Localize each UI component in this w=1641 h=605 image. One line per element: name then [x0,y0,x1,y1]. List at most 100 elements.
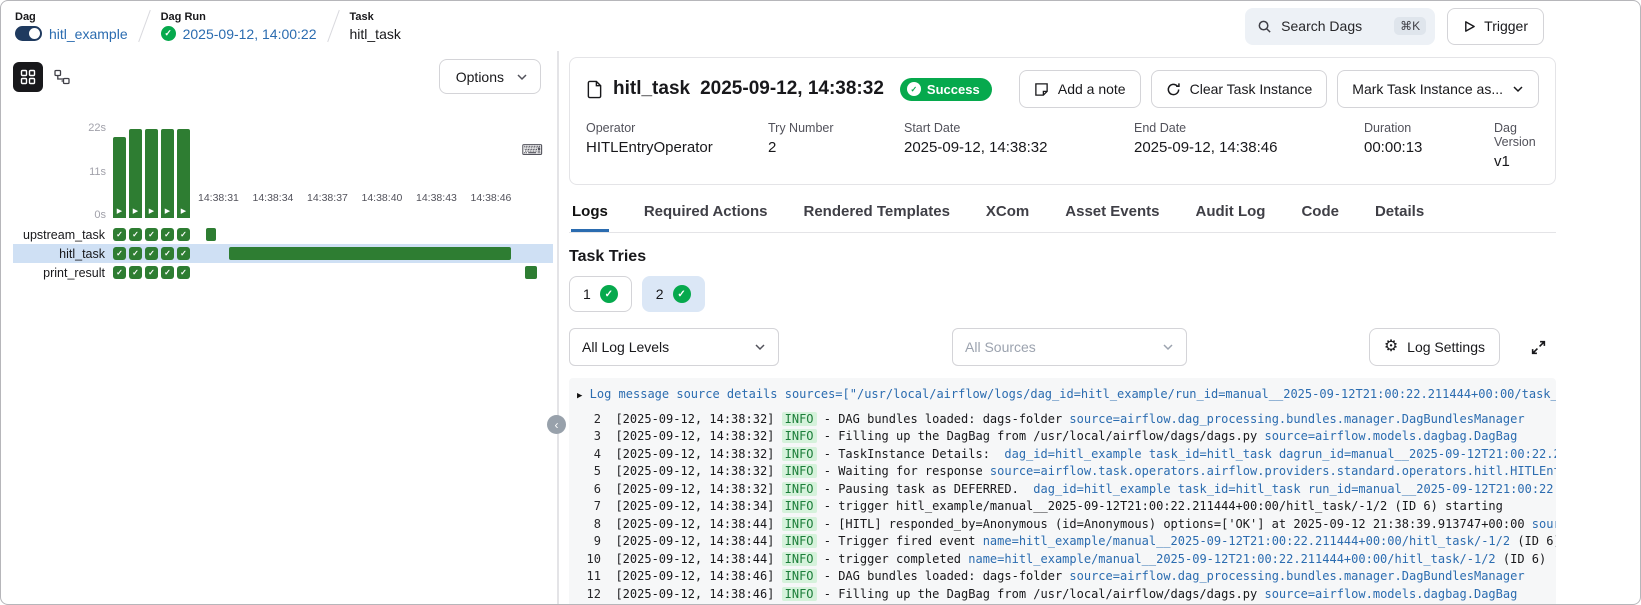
task-state-success-icon[interactable]: ✓ [129,266,142,279]
gantt-bar[interactable] [206,228,216,241]
log-text: - Waiting for response [817,464,990,478]
task-row-label[interactable]: upstream_task [13,228,109,242]
tab-asset-events[interactable]: Asset Events [1064,197,1160,232]
try-2-button[interactable]: 2✓ [642,276,705,312]
task-state-success-icon[interactable]: ✓ [161,266,174,279]
grid-row-print-result[interactable]: print_result✓✓✓✓✓ [13,263,553,282]
success-check-icon: ✓ [907,82,921,96]
search-dags-button[interactable]: Search Dags ⌘K [1245,8,1435,45]
add-note-button[interactable]: Add a note [1019,70,1141,108]
run-duration-bar[interactable]: ▶ [145,129,158,218]
task-state-success-icon[interactable]: ✓ [161,228,174,241]
mark-task-instance-as-button[interactable]: Mark Task Instance as... [1337,70,1539,108]
log-line: 12 [2025-09-12, 14:38:46] INFO - Filling… [577,586,1548,604]
log-group-header[interactable]: ▶ Log message source details sources=["/… [577,386,1548,406]
grid-icon [20,69,36,85]
tab-code[interactable]: Code [1300,197,1340,232]
log-link[interactable]: dag_id=hitl_example [1033,482,1170,496]
log-link[interactable]: name=hitl_example/manual__2025-09-12T21:… [968,552,1495,566]
panel-divider[interactable]: ‹ [557,51,559,604]
task-instance-actions: Add a note Clear Task Instance Mark Task… [1019,70,1539,108]
log-level-badge: INFO [782,517,817,531]
clear-task-instance-button[interactable]: Clear Task Instance [1151,70,1328,108]
status-label: Success [927,82,980,97]
gantt-bar[interactable] [525,266,537,279]
log-view[interactable]: ▶ Log message source details sources=["/… [569,378,1556,605]
grid-chart: 22s11s0s▶▶▶▶▶14:38:3114:38:3414:38:3714:… [13,116,553,286]
log-timestamp: [2025-09-12, 14:38:44] [615,517,781,531]
task-state-success-icon[interactable]: ✓ [177,247,190,260]
meta-operator: OperatorHITLEntryOperator [586,121,768,170]
task-instance-timestamp: 2025-09-12, 14:38:32 [700,78,884,100]
task-state-success-icon[interactable]: ✓ [145,247,158,260]
log-timestamp: [2025-09-12, 14:38:32] [615,447,781,461]
try-1-button[interactable]: 1✓ [569,276,632,312]
log-text: - Pausing task as DEFERRED. [817,482,1034,496]
task-state-success-icon[interactable]: ✓ [113,228,126,241]
log-link[interactable]: task_id=hitl_task [1149,447,1272,461]
log-link[interactable]: name=hitl_example/manual__2025-09-12T21:… [983,534,1510,548]
run-duration-bar[interactable]: ▶ [177,129,190,218]
tab-logs[interactable]: Logs [571,197,609,232]
log-link[interactable]: source=ai [1532,517,1556,531]
expand-triangle-icon[interactable]: ▶ [577,391,582,401]
run-duration-bar[interactable]: ▶ [161,129,174,218]
expand-logs-button[interactable] [1520,329,1556,365]
task-state-success-icon[interactable]: ✓ [177,228,190,241]
log-link[interactable]: dagrun_id=manual__2025-09-12T21:00:22.21… [1279,447,1556,461]
log-link[interactable]: run_id=manual__2025-09-12T21:00:22.21144 [1308,482,1556,496]
log-link[interactable]: dag_id=hitl_example [1004,447,1141,461]
log-timestamp: [2025-09-12, 14:38:34] [615,499,781,513]
tab-audit-log[interactable]: Audit Log [1194,197,1266,232]
log-settings-button[interactable]: ⚙ Log Settings [1369,328,1500,366]
tab-rendered-templates[interactable]: Rendered Templates [802,197,950,232]
task-row-label[interactable]: print_result [13,266,109,280]
log-text: - trigger hitl_example/manual__2025-09-1… [817,499,1503,513]
log-text [1301,482,1308,496]
caret-down-icon [1512,83,1524,95]
collapse-panel-handle[interactable]: ‹ [547,415,566,434]
task-run-states: ✓✓✓✓✓ [113,228,190,241]
task-state-success-icon[interactable]: ✓ [161,247,174,260]
gantt-bar[interactable] [229,247,511,260]
options-button[interactable]: Options [439,59,541,94]
duration-axis-tick: 22s [13,122,106,134]
log-link[interactable]: source=airflow.dag_processing.bundles.ma… [1069,412,1524,426]
log-link[interactable]: source=airflow.dag_processing.bundles.ma… [1069,569,1524,583]
tab-xcom[interactable]: XCom [985,197,1030,232]
run-duration-bar[interactable]: ▶ [129,129,142,218]
task-row-label[interactable]: hitl_task [13,247,109,261]
task-state-success-icon[interactable]: ✓ [145,228,158,241]
trigger-button[interactable]: Trigger [1447,8,1544,45]
dag-run-link[interactable]: 2025-09-12, 14:00:22 [183,26,317,42]
log-source-select[interactable]: All Sources [952,328,1187,366]
grid-row-upstream-task[interactable]: upstream_task✓✓✓✓✓ [13,225,553,244]
task-state-success-icon[interactable]: ✓ [177,266,190,279]
task-state-success-icon[interactable]: ✓ [113,266,126,279]
task-state-success-icon[interactable]: ✓ [113,247,126,260]
task-state-success-icon[interactable]: ✓ [129,228,142,241]
dag-pause-toggle[interactable] [15,26,42,41]
search-shortcut-badge: ⌘K [1394,17,1426,35]
log-link[interactable]: source=airflow.task.operators.airflow.pr… [990,464,1556,478]
log-line-number: 8 [577,516,601,534]
grid-row-hitl-task[interactable]: hitl_task✓✓✓✓✓ [13,244,553,263]
log-timestamp: [2025-09-12, 14:38:32] [615,482,781,496]
log-link[interactable]: source=airflow.models.dagbag.DagBag [1264,587,1517,601]
dag-link[interactable]: hitl_example [49,26,128,42]
meta-label: Duration [1364,121,1494,135]
graph-view-button[interactable] [47,62,77,92]
log-level-select[interactable]: All Log Levels [569,328,779,366]
task-instance-header: hitl_task 2025-09-12, 14:38:32 ✓ Success… [586,70,1539,108]
task-instance-title: hitl_task [613,78,690,100]
log-link[interactable]: task_id=hitl_task [1178,482,1301,496]
log-link[interactable]: source=airflow.models.dagbag.DagBag [1264,429,1517,443]
grid-view-button[interactable] [13,62,43,92]
topbar-actions: Search Dags ⌘K Trigger [1245,8,1544,45]
run-duration-bar[interactable]: ▶ [113,137,126,218]
task-state-success-icon[interactable]: ✓ [129,247,142,260]
task-state-success-icon[interactable]: ✓ [145,266,158,279]
tab-details[interactable]: Details [1374,197,1425,232]
tab-required-actions[interactable]: Required Actions [643,197,769,232]
log-level-badge: INFO [782,464,817,478]
